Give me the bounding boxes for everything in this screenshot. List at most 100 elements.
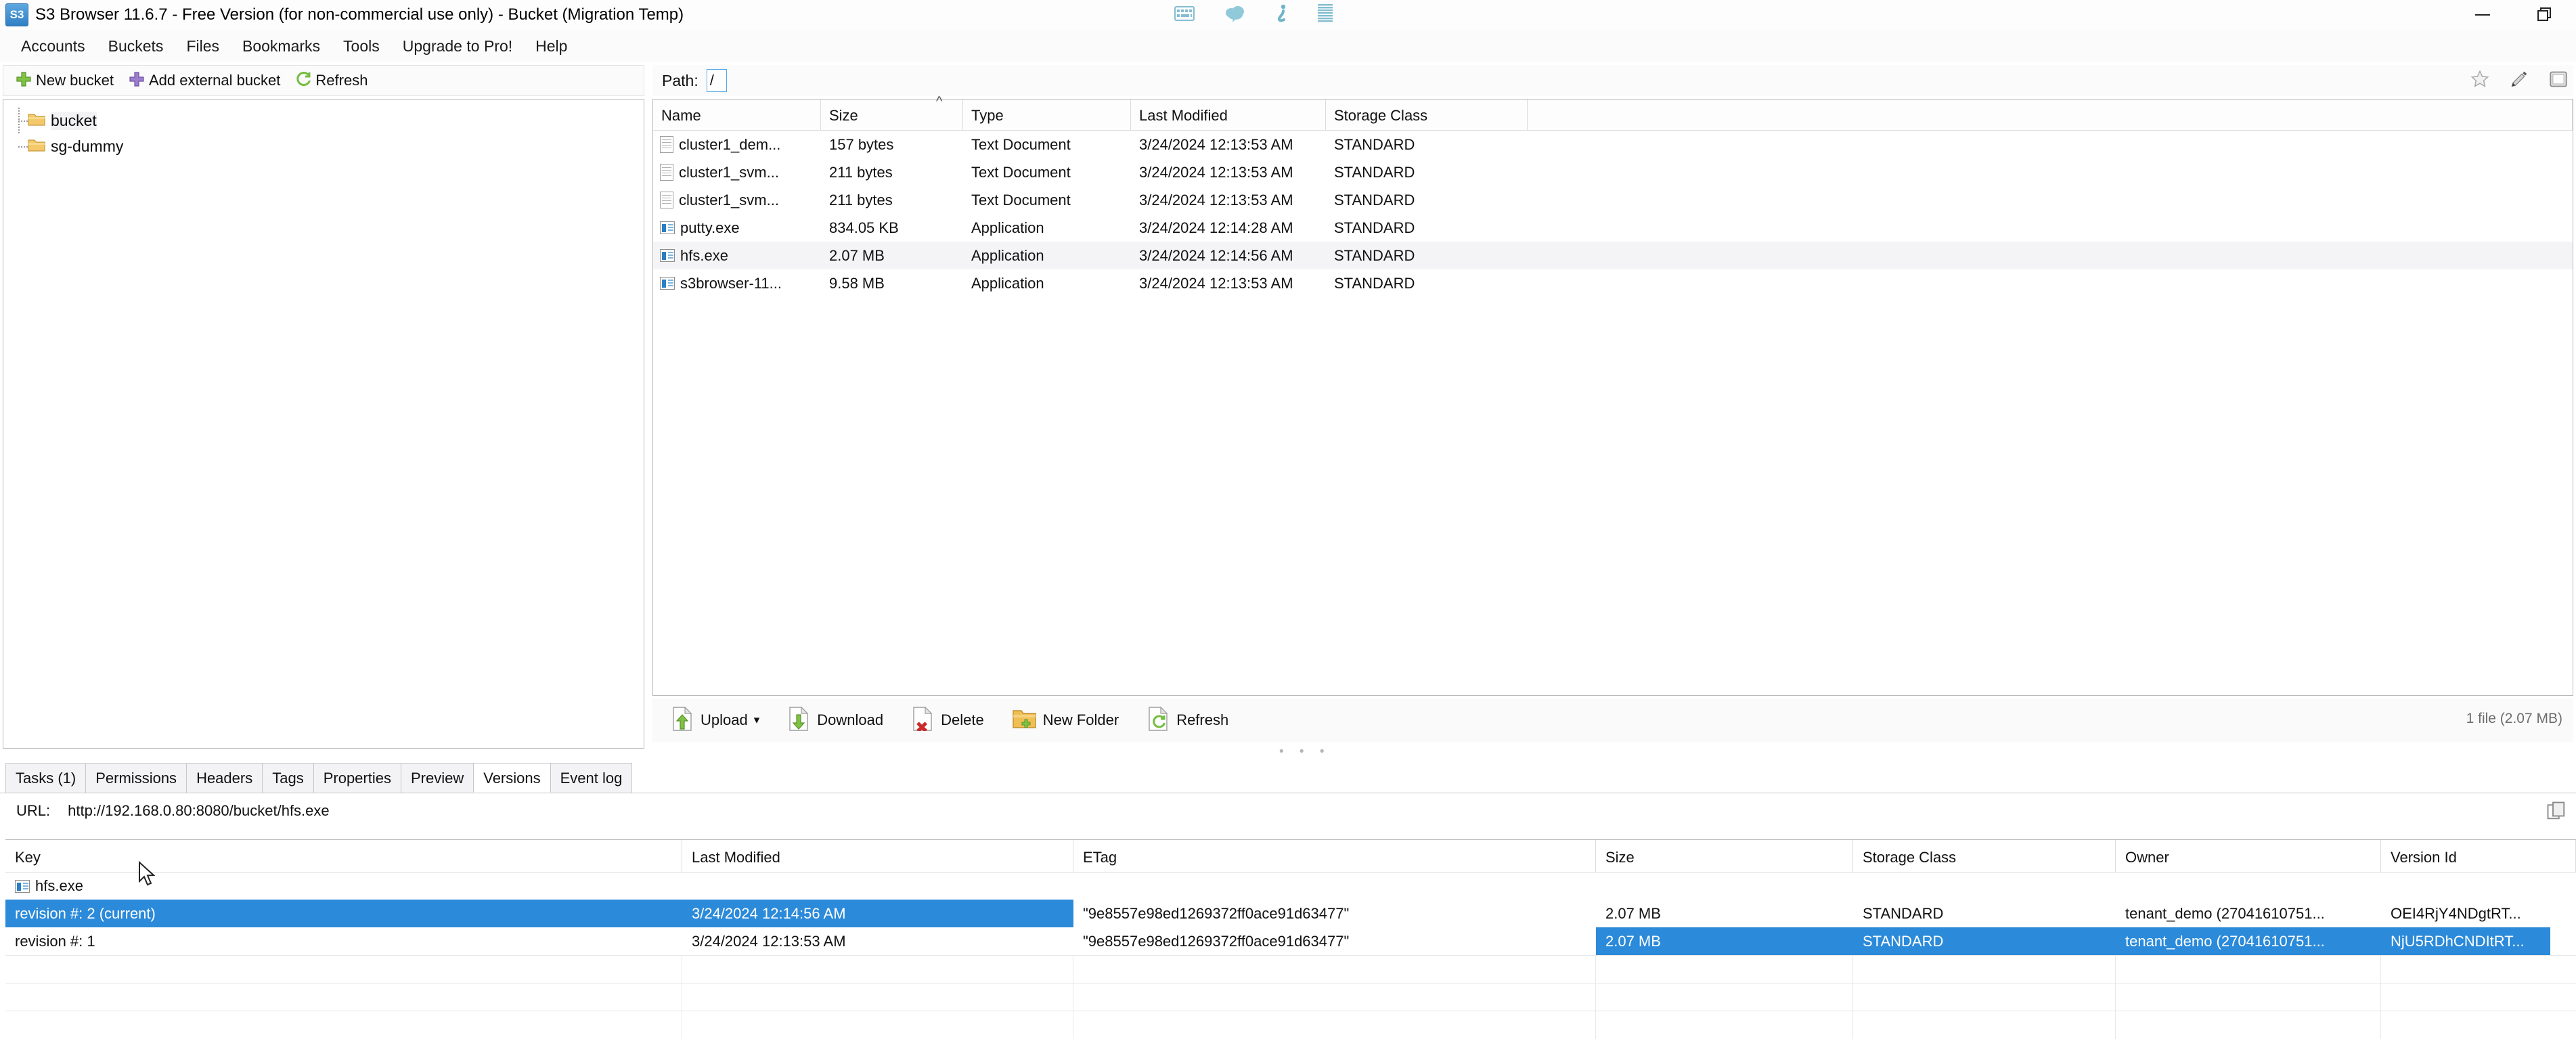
versions-row[interactable]: revision #: 1 3/24/2024 12:13:53 AM "9e8… bbox=[5, 927, 2576, 955]
table-row[interactable]: s3browser-11... 9.58 MB Application 3/24… bbox=[653, 269, 2573, 297]
tab-properties[interactable]: Properties bbox=[313, 763, 401, 793]
app-logo-icon: S3 bbox=[5, 3, 28, 26]
refresh-buckets-button[interactable]: Refresh bbox=[290, 69, 373, 93]
application-icon bbox=[660, 249, 675, 262]
table-row-selected[interactable]: hfs.exe 2.07 MB Application 3/24/2024 12… bbox=[653, 242, 2573, 269]
file-size-cell: 211 bytes bbox=[829, 191, 893, 208]
menu-bookmarks[interactable]: Bookmarks bbox=[231, 33, 332, 60]
cloud-icon[interactable] bbox=[1224, 5, 1246, 26]
column-header-size[interactable]: Size ^ bbox=[821, 94, 963, 130]
tree-item-bucket[interactable]: bucket bbox=[3, 108, 644, 133]
column-header-size[interactable]: Size bbox=[1596, 840, 1853, 872]
versions-empty-row bbox=[5, 1011, 2576, 1039]
file-name-cell: hfs.exe bbox=[653, 247, 821, 265]
tree-guide-branch bbox=[18, 146, 28, 148]
column-header-type[interactable]: Type bbox=[963, 100, 1131, 130]
version-storage-cell: STANDARD bbox=[1853, 927, 2116, 955]
refresh-files-button[interactable]: Refresh bbox=[1143, 704, 1233, 737]
tab-headers[interactable]: Headers bbox=[186, 763, 263, 793]
path-input[interactable] bbox=[706, 69, 727, 92]
object-url-row: URL: http://192.168.0.80:8080/bucket/hfs… bbox=[5, 795, 2571, 827]
versions-header: Key Last Modified ETag Size Storage Clas… bbox=[5, 840, 2576, 873]
detail-tab-bar: Tasks (1) Permissions Headers Tags Prope… bbox=[0, 762, 2576, 793]
column-header-version-id[interactable]: Version Id bbox=[2381, 840, 2576, 872]
column-header-storage-class[interactable]: Storage Class bbox=[1853, 840, 2116, 872]
keyboard-icon[interactable] bbox=[1174, 5, 1195, 24]
file-name-label: cluster1_dem... bbox=[679, 135, 781, 153]
upload-button[interactable]: Upload ▾ bbox=[667, 704, 763, 737]
tree-item-sg-dummy-label: sg-dummy bbox=[51, 137, 124, 155]
column-header-etag[interactable]: ETag bbox=[1073, 840, 1596, 872]
column-header-owner[interactable]: Owner bbox=[2116, 840, 2381, 872]
file-size-cell: 157 bytes bbox=[829, 135, 894, 153]
window-icon[interactable] bbox=[2549, 70, 2568, 92]
file-actions-toolbar: Upload ▾ Download Delete New Folder Refr… bbox=[652, 699, 2573, 742]
version-etag-prefix-part: "9e8557e98ed1269372ff0ace91 bbox=[1083, 933, 1295, 950]
menu-upgrade-to-pro[interactable]: Upgrade to Pro! bbox=[391, 33, 524, 60]
file-name-cell: s3browser-11... bbox=[653, 275, 821, 292]
tab-permissions[interactable]: Permissions bbox=[85, 763, 187, 793]
version-etag-cell: "9e8557e98ed1269372ff0ace91 d63477" bbox=[1073, 900, 1596, 927]
table-row[interactable]: cluster1_svm... 211 bytes Text Document … bbox=[653, 158, 2573, 186]
bucket-toolbar: New bucket Add external bucket Refresh bbox=[3, 65, 644, 96]
column-header-last-modified[interactable]: Last Modified bbox=[682, 840, 1073, 872]
file-size-cell: 2.07 MB bbox=[829, 246, 885, 264]
tab-tags[interactable]: Tags bbox=[262, 763, 314, 793]
file-name-cell: cluster1_dem... bbox=[653, 136, 821, 154]
add-external-bucket-button[interactable]: Add external bucket bbox=[123, 69, 286, 93]
delete-button[interactable]: Delete bbox=[908, 704, 988, 737]
file-storage-cell: STANDARD bbox=[1334, 135, 1415, 153]
new-bucket-button[interactable]: New bucket bbox=[10, 69, 119, 93]
table-row[interactable]: putty.exe 834.05 KB Application 3/24/202… bbox=[653, 214, 2573, 242]
panel-splitter-handle[interactable]: • • • bbox=[1279, 745, 1331, 759]
file-modified-cell: 3/24/2024 12:13:53 AM bbox=[1139, 135, 1293, 153]
info-icon[interactable] bbox=[1276, 4, 1288, 26]
path-label: Path: bbox=[662, 71, 698, 89]
download-button[interactable]: Download bbox=[784, 704, 887, 737]
file-type-cell: Text Document bbox=[971, 163, 1071, 181]
column-header-key[interactable]: Key bbox=[5, 840, 682, 872]
tab-tasks[interactable]: Tasks (1) bbox=[5, 763, 87, 793]
table-row[interactable]: cluster1_dem... 157 bytes Text Document … bbox=[653, 131, 2573, 158]
upload-icon bbox=[671, 706, 694, 734]
refresh-files-label: Refresh bbox=[1176, 711, 1229, 728]
chevron-down-icon[interactable]: ▾ bbox=[754, 713, 760, 727]
list-icon[interactable] bbox=[1318, 3, 1333, 26]
menu-help[interactable]: Help bbox=[524, 33, 579, 60]
menu-accounts[interactable]: Accounts bbox=[9, 33, 97, 60]
menu-buckets[interactable]: Buckets bbox=[97, 33, 175, 60]
tab-preview[interactable]: Preview bbox=[400, 763, 474, 793]
file-modified-cell: 3/24/2024 12:13:53 AM bbox=[1139, 191, 1293, 208]
file-modified-cell: 3/24/2024 12:13:53 AM bbox=[1139, 274, 1293, 292]
restore-button[interactable] bbox=[2514, 0, 2576, 30]
bucket-tree-panel: bucket sg-dummy bbox=[3, 99, 644, 749]
star-icon[interactable] bbox=[2470, 70, 2489, 92]
new-folder-button[interactable]: New Folder bbox=[1008, 705, 1123, 736]
column-header-name[interactable]: Name bbox=[653, 100, 821, 130]
table-row[interactable]: cluster1_svm... 211 bytes Text Document … bbox=[653, 186, 2573, 214]
file-storage-cell: STANDARD bbox=[1334, 163, 1415, 181]
file-size-cell: 211 bytes bbox=[829, 163, 893, 181]
refresh-icon bbox=[295, 71, 311, 91]
path-icon-group bbox=[2470, 70, 2568, 92]
sort-ascending-icon: ^ bbox=[936, 94, 943, 109]
url-value[interactable]: http://192.168.0.80:8080/bucket/hfs.exe bbox=[68, 802, 330, 820]
tab-event-log[interactable]: Event log bbox=[550, 763, 633, 793]
version-etag-rest-part: d63477" bbox=[1294, 905, 1350, 922]
text-document-icon bbox=[660, 192, 673, 208]
refresh-buckets-label: Refresh bbox=[315, 72, 368, 89]
file-type-cell: Text Document bbox=[971, 191, 1071, 208]
versions-row[interactable]: revision #: 2 (current) 3/24/2024 12:14:… bbox=[5, 900, 2576, 927]
column-header-last-modified[interactable]: Last Modified bbox=[1131, 100, 1326, 130]
pencil-icon[interactable] bbox=[2510, 70, 2529, 92]
tab-versions[interactable]: Versions bbox=[473, 763, 551, 793]
tree-item-sg-dummy[interactable]: sg-dummy bbox=[3, 133, 644, 159]
menu-tools[interactable]: Tools bbox=[332, 33, 391, 60]
file-count-status: 1 file (2.07 MB) bbox=[2466, 711, 2562, 726]
copy-icon[interactable] bbox=[2546, 801, 2567, 824]
minimize-button[interactable] bbox=[2451, 0, 2514, 30]
version-size-cell: 2.07 MB bbox=[1596, 927, 1853, 955]
versions-object-row[interactable]: hfs.exe bbox=[5, 873, 2576, 900]
column-header-storage-class[interactable]: Storage Class bbox=[1326, 100, 1528, 130]
menu-files[interactable]: Files bbox=[175, 33, 231, 60]
